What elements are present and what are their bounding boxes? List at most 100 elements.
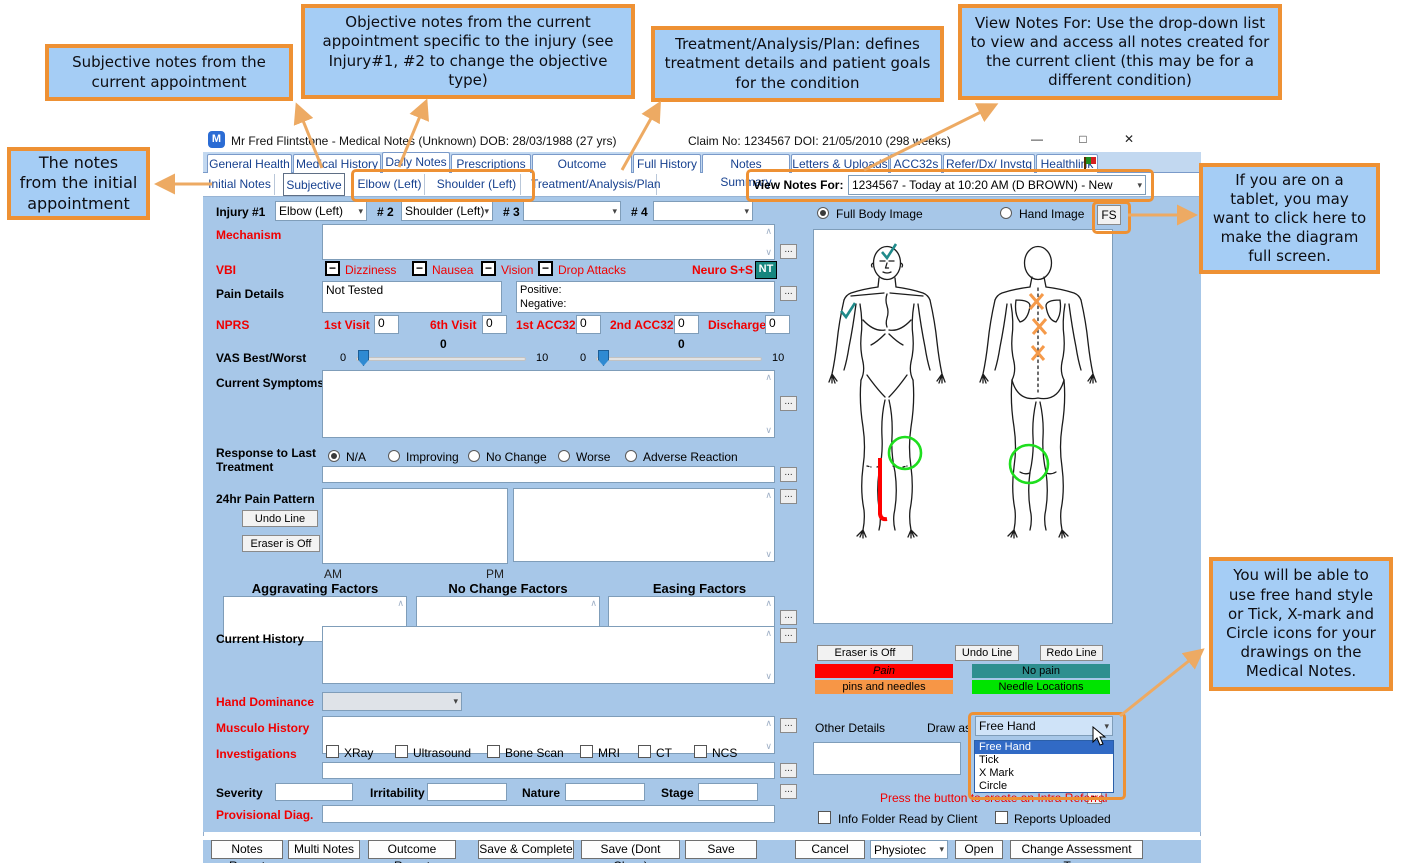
response-no-change-radio[interactable] bbox=[468, 450, 480, 462]
mechanism-textarea[interactable]: ∧ ∨ bbox=[322, 224, 775, 260]
response-adverse-radio[interactable] bbox=[625, 450, 637, 462]
scroll-up-icon[interactable]: ∧ bbox=[765, 491, 772, 500]
hand-dominance-dropdown[interactable]: ▾ bbox=[322, 692, 462, 711]
tab-full-history[interactable]: Full History bbox=[633, 154, 701, 173]
vbi-vision-toggle[interactable]: − bbox=[481, 261, 496, 276]
pain-pattern-more-button[interactable]: ... bbox=[780, 489, 797, 504]
scroll-down-icon[interactable]: ∨ bbox=[765, 550, 772, 559]
investigations-more-button[interactable]: ... bbox=[780, 763, 797, 778]
close-button[interactable]: ✕ bbox=[1114, 132, 1144, 150]
nprs-1st-acc32-input[interactable]: 0 bbox=[576, 315, 601, 334]
irritability-input[interactable] bbox=[427, 783, 507, 801]
neuro-nt-badge[interactable]: NT bbox=[755, 261, 777, 279]
nprs-discharge-input[interactable]: 0 bbox=[765, 315, 790, 334]
tab-prescriptions[interactable]: Prescriptions bbox=[451, 154, 531, 173]
ct-checkbox[interactable] bbox=[638, 745, 651, 758]
notes-report-button[interactable]: Notes Report bbox=[211, 840, 283, 859]
pain-pattern-eraser-button[interactable]: Eraser is Off bbox=[242, 535, 320, 552]
current-symptoms-more-button[interactable]: ... bbox=[780, 396, 797, 411]
option-tick[interactable]: Tick bbox=[975, 754, 1113, 767]
severity-input[interactable] bbox=[275, 783, 353, 801]
injury1-dropdown[interactable]: Elbow (Left)▾ bbox=[275, 201, 367, 221]
subtab-elbow-left[interactable]: Elbow (Left) bbox=[355, 174, 425, 195]
easing-factors-more-button[interactable]: ... bbox=[780, 610, 797, 625]
vas-worst-slider-track[interactable] bbox=[596, 357, 762, 361]
nprs-2nd-acc32-input[interactable]: 0 bbox=[674, 315, 699, 334]
pain-details-more-button[interactable]: ... bbox=[780, 286, 797, 301]
current-history-more-button[interactable]: ... bbox=[780, 628, 797, 643]
mechanism-more-button[interactable]: ... bbox=[780, 244, 797, 259]
reports-uploaded-checkbox[interactable] bbox=[995, 811, 1008, 824]
vbi-nausea-toggle[interactable]: − bbox=[412, 261, 427, 276]
tab-acc32s[interactable]: ACC32s bbox=[890, 154, 942, 173]
physiotec-dropdown[interactable]: Physiotec ▾ bbox=[870, 840, 948, 859]
diagram-redo-button[interactable]: Redo Line bbox=[1040, 645, 1103, 661]
pain-details-posneg-box[interactable]: Positive: Negative: bbox=[516, 281, 775, 313]
hand-image-radio[interactable] bbox=[1000, 207, 1012, 219]
current-history-textarea[interactable]: ∧ ∨ bbox=[322, 626, 775, 684]
option-x-mark[interactable]: X Mark bbox=[975, 767, 1113, 780]
injury2-dropdown[interactable]: Shoulder (Left)▾ bbox=[401, 201, 493, 221]
pain-details-textbox[interactable]: Not Tested bbox=[322, 281, 502, 313]
change-assessment-type-button[interactable]: Change Assessment Type bbox=[1010, 840, 1143, 859]
vbi-drop-attacks-toggle[interactable]: − bbox=[538, 261, 553, 276]
response-na-radio[interactable] bbox=[328, 450, 340, 462]
minimize-button[interactable]: — bbox=[1022, 132, 1052, 150]
nprs-1st-visit-input[interactable]: 0 bbox=[374, 315, 399, 334]
pain-pattern-textarea[interactable]: ∧ ∨ bbox=[513, 488, 775, 562]
investigations-textbox[interactable] bbox=[322, 762, 775, 779]
tab-letters-uploads[interactable]: Letters & Uploads bbox=[791, 154, 889, 173]
response-improving-radio[interactable] bbox=[388, 450, 400, 462]
tab-refer-dx-invstg[interactable]: Refer/Dx/ Invstg bbox=[943, 154, 1035, 173]
tab-notes-summary[interactable]: Notes Summary bbox=[702, 154, 790, 173]
subtab-subjective[interactable]: Subjective bbox=[283, 173, 345, 196]
tab-outcome-measures[interactable]: Outcome Measures bbox=[532, 154, 632, 173]
scroll-up-icon[interactable]: ∧ bbox=[590, 599, 597, 608]
open-button[interactable]: Open bbox=[955, 840, 1003, 859]
pain-pattern-undo-button[interactable]: Undo Line bbox=[242, 510, 318, 527]
tab-general-health[interactable]: General Health bbox=[207, 154, 292, 173]
fullscreen-button[interactable]: FS bbox=[1097, 205, 1121, 225]
stage-more-button[interactable]: ... bbox=[780, 784, 797, 799]
option-circle[interactable]: Circle bbox=[975, 780, 1113, 793]
injury3-dropdown[interactable]: ▾ bbox=[523, 201, 621, 221]
info-folder-read-checkbox[interactable] bbox=[818, 811, 831, 824]
subtab-shoulder-left[interactable]: Shoulder (Left) bbox=[433, 174, 521, 195]
current-symptoms-textarea[interactable]: ∧ ∨ bbox=[322, 370, 775, 438]
ultrasound-checkbox[interactable] bbox=[395, 745, 408, 758]
save-dont-close-button[interactable]: Save (Dont Close) bbox=[581, 840, 680, 859]
response-worse-radio[interactable] bbox=[558, 450, 570, 462]
other-details-textbox[interactable] bbox=[813, 742, 961, 775]
nprs-6th-visit-input[interactable]: 0 bbox=[482, 315, 507, 334]
tab-daily-notes[interactable]: Daily Notes bbox=[382, 152, 450, 173]
save-complete-button[interactable]: Save & Complete bbox=[478, 840, 574, 859]
diagram-undo-button[interactable]: Undo Line bbox=[955, 645, 1019, 661]
view-notes-for-dropdown[interactable]: 1234567 - Today at 10:20 AM (D BROWN) - … bbox=[848, 175, 1146, 195]
scroll-up-icon[interactable]: ∧ bbox=[765, 373, 772, 382]
mri-checkbox[interactable] bbox=[580, 745, 593, 758]
multi-notes-button[interactable]: Multi Notes bbox=[288, 840, 360, 859]
pain-pattern-canvas[interactable] bbox=[322, 488, 508, 564]
maximize-button[interactable]: □ bbox=[1068, 132, 1098, 150]
injury4-dropdown[interactable]: ▾ bbox=[653, 201, 753, 221]
bone-scan-checkbox[interactable] bbox=[487, 745, 500, 758]
xray-checkbox[interactable] bbox=[326, 745, 339, 758]
full-body-image-radio[interactable] bbox=[817, 207, 829, 219]
cancel-button[interactable]: Cancel bbox=[795, 840, 865, 859]
outcome-report-button[interactable]: Outcome Report bbox=[368, 840, 456, 859]
scroll-up-icon[interactable]: ∧ bbox=[765, 599, 772, 608]
stage-input[interactable] bbox=[698, 783, 758, 801]
response-textbox[interactable] bbox=[322, 466, 775, 483]
subtab-initial-notes[interactable]: Initial Notes bbox=[205, 174, 275, 195]
vas-best-slider-track[interactable] bbox=[356, 357, 526, 361]
tab-medical-history[interactable]: Medical History bbox=[293, 154, 381, 173]
scroll-down-icon[interactable]: ∨ bbox=[765, 426, 772, 435]
response-more-button[interactable]: ... bbox=[780, 467, 797, 482]
scroll-down-icon[interactable]: ∨ bbox=[765, 248, 772, 257]
scroll-up-icon[interactable]: ∧ bbox=[765, 629, 772, 638]
provisional-diag-textbox[interactable] bbox=[322, 805, 775, 823]
vbi-dizziness-toggle[interactable]: − bbox=[325, 261, 340, 276]
scroll-up-icon[interactable]: ∧ bbox=[397, 599, 404, 608]
save-button[interactable]: Save bbox=[685, 840, 757, 859]
subtab-treatment-analysis-plan[interactable]: Treatment/Analysis/Plan bbox=[531, 174, 657, 195]
